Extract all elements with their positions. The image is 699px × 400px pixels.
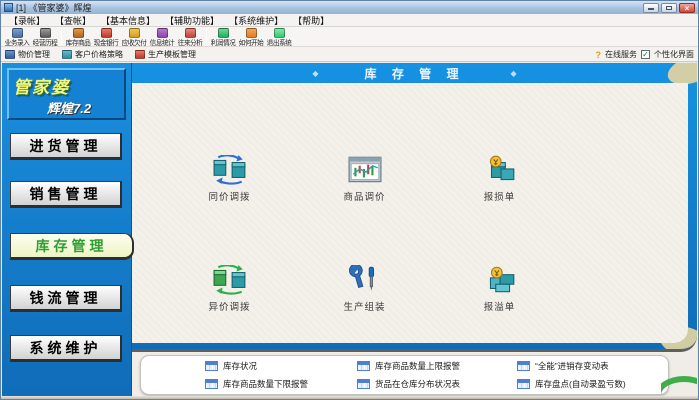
table-icon	[205, 379, 218, 389]
app-window: [1] 《管家婆》辉煌 × 【录帐】 【查帐】 【基本信息】 【辅助功能】 【系…	[0, 0, 699, 400]
toolbar-separator	[206, 28, 207, 45]
panel-header: ◆ 库 存 管 理 ◆	[132, 63, 697, 83]
report-almighty-change-table[interactable]: “全能”进销存变动表	[517, 358, 668, 374]
report-upper-limit-alarm[interactable]: 库存商品数量上限报警	[357, 358, 517, 374]
module-same-price-transfer[interactable]: 同价调拨	[162, 149, 297, 259]
overflow-report-icon	[483, 265, 517, 295]
goods-price-adjust-icon	[348, 155, 382, 185]
history-icon	[40, 28, 51, 38]
brand-version: 辉煌7.2	[47, 98, 120, 117]
menu-basic-info[interactable]: 【基本信息】	[96, 14, 160, 27]
receivable-icon	[129, 28, 140, 38]
close-button[interactable]: ×	[679, 3, 695, 13]
module-overflow-report[interactable]: 报溢单	[432, 259, 567, 352]
online-service-link[interactable]: 在线服务	[605, 49, 637, 60]
menu-aux-functions[interactable]: 【辅助功能】	[160, 14, 224, 27]
diamond-icon: ◆	[511, 69, 517, 78]
personalize-label: 个性化界面	[654, 49, 694, 60]
sidebar-item-inventory[interactable]: 库存管理	[10, 233, 134, 260]
window-title: [1] 《管家婆》辉煌	[16, 1, 643, 14]
table-icon	[517, 379, 530, 389]
menu-record[interactable]: 【录帐】	[4, 14, 50, 27]
brand-name: 管家婆	[13, 73, 120, 98]
toolbar-price-management[interactable]: 物价管理	[5, 49, 50, 60]
table-icon	[357, 361, 370, 371]
menu-query[interactable]: 【查帐】	[50, 14, 96, 27]
how-to-start-icon	[246, 28, 257, 38]
help-icon: ?	[596, 50, 602, 60]
diamond-icon: ◆	[312, 69, 318, 78]
main-toolbar: 业务录入 经营历程 库存商品 现金银行 应收欠付 信息统计 往来分析	[1, 27, 698, 47]
module-diff-price-transfer[interactable]: 异价调拨	[162, 259, 297, 352]
toolbar-statistics[interactable]: 信息统计	[148, 28, 176, 48]
toolbar-cash-bank[interactable]: 现金银行	[92, 28, 120, 48]
toolbar-business-history[interactable]: 经营历程	[31, 28, 59, 48]
toolbar-how-to-start[interactable]: 如何开始	[237, 28, 265, 48]
production-assembly-icon	[348, 265, 382, 295]
sidebar-item-purchase[interactable]: 进货管理	[10, 133, 122, 160]
stock-box-icon	[73, 28, 84, 38]
analysis-icon	[185, 28, 196, 38]
app-icon	[4, 3, 13, 12]
cash-bank-icon	[101, 28, 112, 38]
secondary-toolbar: 物价管理 客户价格策略 生产模板管理 ? 在线服务 ✓ 个性化界面	[1, 47, 698, 62]
sidebar: 管家婆 辉煌7.2 进货管理 销售管理 库存管理 钱流管理 系统维护	[2, 63, 132, 396]
statistics-icon	[157, 28, 168, 38]
sidebar-item-sales[interactable]: 销售管理	[10, 181, 122, 208]
exit-icon	[274, 28, 285, 38]
module-area: 同价调拨	[132, 83, 688, 343]
personalize-checkbox[interactable]: ✓	[641, 50, 650, 59]
inventory-panel: ◆ 库 存 管 理 ◆	[132, 63, 697, 352]
main-panel: ◆ 库 存 管 理 ◆	[132, 63, 697, 396]
toolbar-analysis[interactable]: 往来分析	[176, 28, 204, 48]
page-title: 库 存 管 理	[364, 65, 464, 82]
menu-bar: 【录帐】 【查帐】 【基本信息】 【辅助功能】 【系统维护】 【帮助】	[1, 14, 698, 27]
window-frame-edge	[1, 396, 698, 399]
report-stocktake[interactable]: 库存盘点(自动录盈亏数)	[517, 376, 668, 392]
toolbar-customer-price-strategy[interactable]: 客户价格策略	[62, 49, 123, 60]
toolbar-separator	[61, 28, 62, 45]
decorative-swoosh	[661, 376, 697, 396]
table-icon	[517, 361, 530, 371]
table-icon	[205, 361, 218, 371]
same-price-transfer-icon	[213, 155, 247, 185]
reports-panel: 库存状况 库存商品数量上限报警 “全能”进销存变动表 库存商品数量下限报警 货品…	[140, 355, 669, 395]
report-lower-limit-alarm[interactable]: 库存商品数量下限报警	[205, 376, 357, 392]
toolbar-receivables[interactable]: 应收欠付	[120, 28, 148, 48]
module-production-assembly[interactable]: 生产组装	[297, 259, 432, 352]
toolbar-business-entry[interactable]: 业务录入	[3, 28, 31, 48]
menu-system-maintenance[interactable]: 【系统维护】	[224, 14, 288, 27]
loss-report-icon	[483, 155, 517, 185]
sidebar-item-system[interactable]: 系统维护	[10, 335, 122, 362]
sidebar-item-cashflow[interactable]: 钱流管理	[10, 285, 122, 312]
toolbar-stock-goods[interactable]: 库存商品	[64, 28, 92, 48]
production-template-icon	[135, 50, 145, 59]
content-area: 管家婆 辉煌7.2 进货管理 销售管理 库存管理 钱流管理 系统维护 ◆ 库 存…	[2, 63, 697, 396]
report-warehouse-distribution[interactable]: 货品在仓库分布状况表	[357, 376, 517, 392]
module-grid: 同价调拨	[162, 149, 567, 352]
price-mgmt-icon	[5, 50, 15, 59]
maximize-button[interactable]	[661, 3, 677, 13]
toolbar-exit[interactable]: 退出系统	[265, 28, 293, 48]
profit-icon	[218, 28, 229, 38]
report-inventory-status[interactable]: 库存状况	[205, 358, 357, 374]
minimize-button[interactable]	[643, 3, 659, 13]
title-bar: [1] 《管家婆》辉煌 ×	[1, 1, 698, 14]
diff-price-transfer-icon	[213, 265, 247, 295]
menu-help[interactable]: 【帮助】	[288, 14, 334, 27]
module-goods-price-adjust[interactable]: 商品调价	[297, 149, 432, 259]
toolbar-production-template[interactable]: 生产模板管理	[135, 49, 196, 60]
entry-icon	[12, 28, 23, 38]
customer-price-icon	[62, 50, 72, 59]
brand-logo: 管家婆 辉煌7.2	[7, 68, 126, 120]
toolbar-profit[interactable]: 利润情况	[209, 28, 237, 48]
table-icon	[357, 379, 370, 389]
module-loss-report[interactable]: 报损单	[432, 149, 567, 259]
